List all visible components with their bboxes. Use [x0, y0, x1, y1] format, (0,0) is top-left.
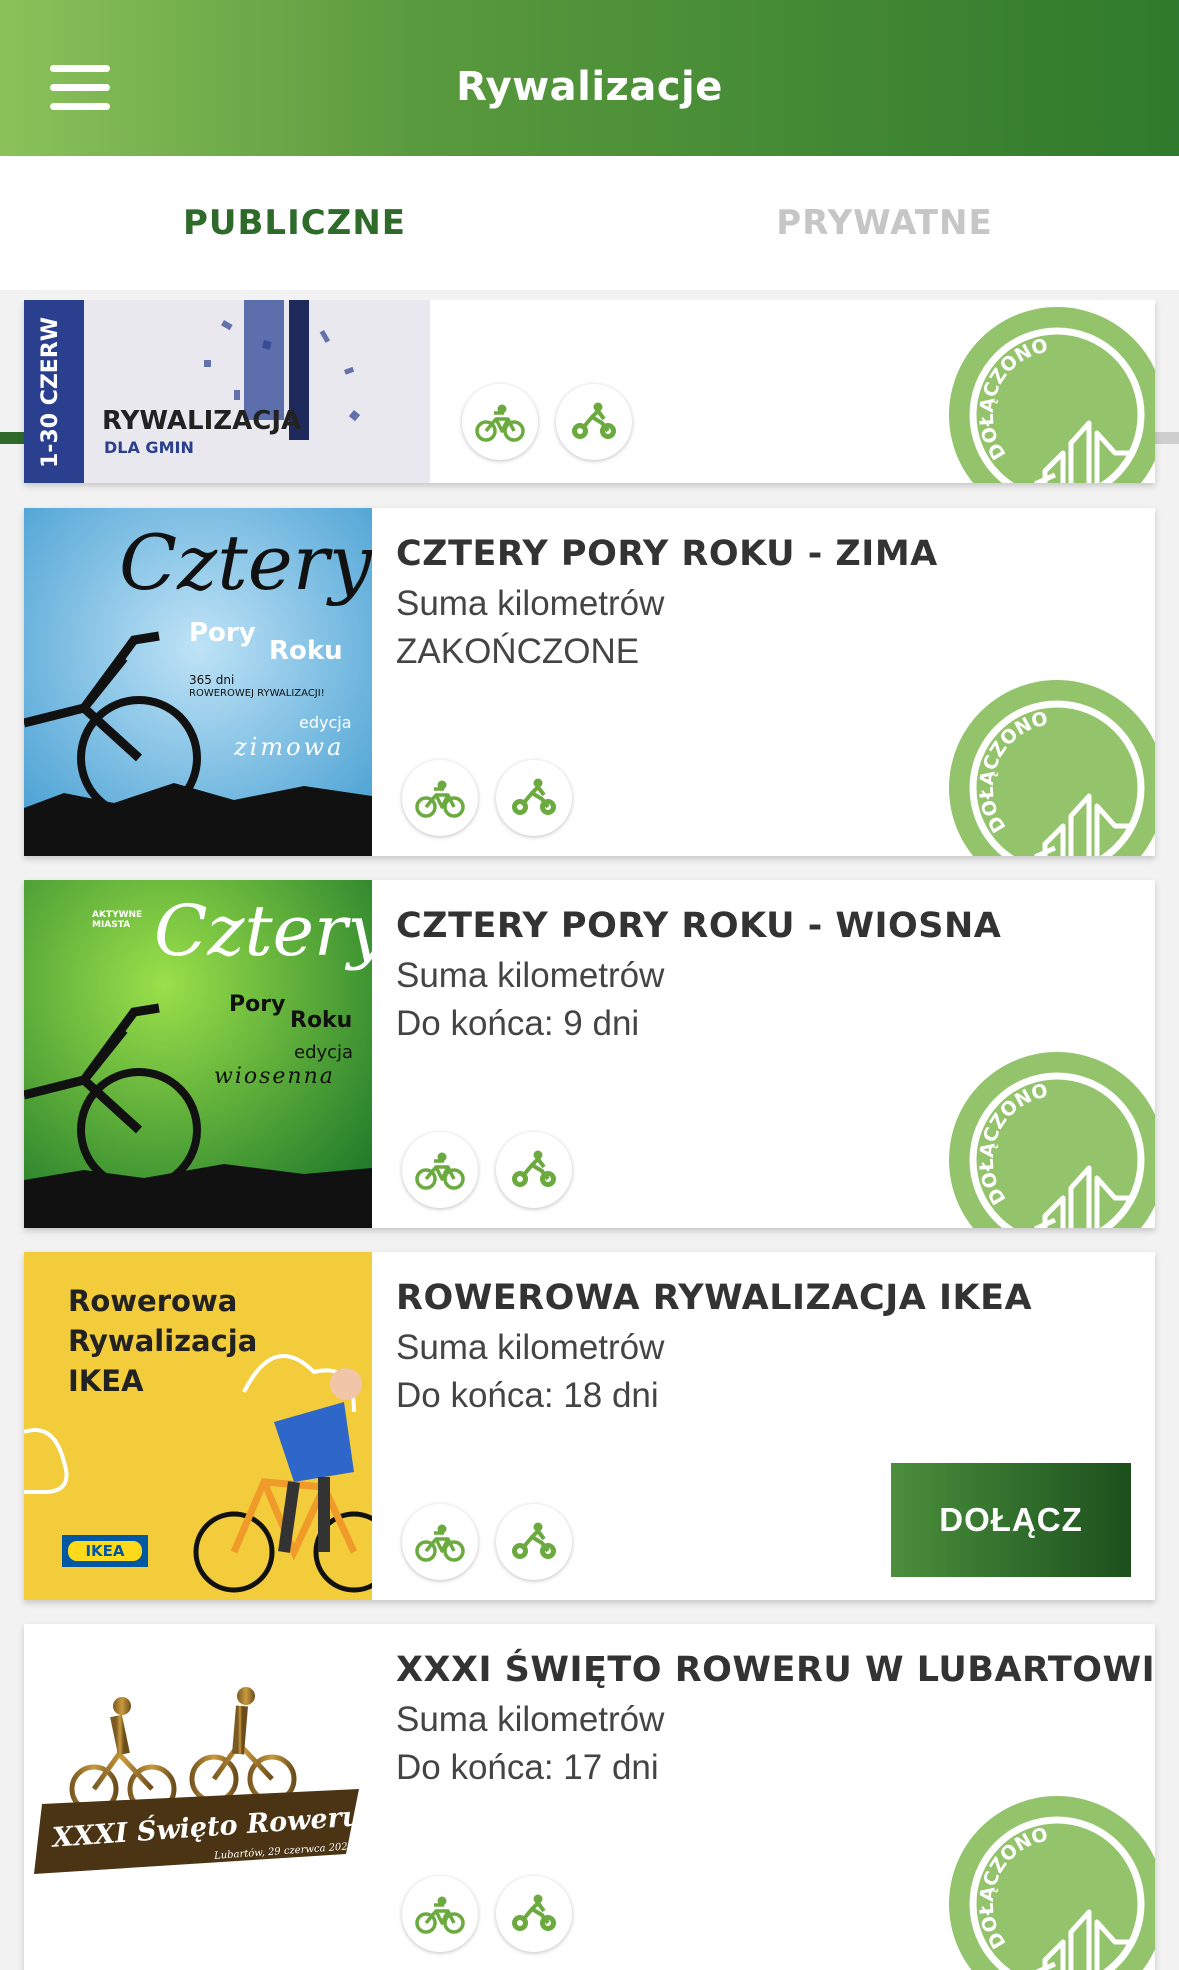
mode-icons [462, 384, 632, 460]
challenge-type: Suma kilometrów [396, 1700, 665, 1739]
image-line1: Pory [189, 618, 256, 648]
image-season: zimowa [234, 733, 345, 761]
image-script-text: Cztery [154, 890, 372, 972]
bike-icon [402, 1132, 478, 1208]
mode-icons [402, 1876, 572, 1952]
challenge-info: ROWEROWA RYWALIZACJA IKEA Suma kilometró… [396, 1278, 1135, 1416]
ikea-logo: IKEA [85, 1542, 125, 1560]
joined-stamp: DOŁĄCZONO [943, 1048, 1155, 1228]
challenge-card[interactable]: Cztery Pory Roku 365 dni ROWEROWEJ RYWAL… [24, 508, 1155, 856]
challenge-title: XXXI ŚWIĘTO ROWERU W LUBARTOWIE [396, 1650, 1155, 1690]
image-line3: IKEA [68, 1364, 144, 1398]
challenge-image: Cztery Pory Roku 365 dni ROWEROWEJ RYWAL… [24, 508, 372, 856]
app-bar: Rywalizacje [0, 0, 1179, 156]
image-subtitle-text: DLA GMIN [104, 438, 194, 457]
challenge-title: ROWEROWA RYWALIZACJA IKEA [396, 1278, 1033, 1318]
mode-icons [402, 1132, 572, 1208]
ebike-icon [556, 384, 632, 460]
challenge-image: AKTYWNE MIASTA Cztery Pory Roku edycja w… [24, 880, 372, 1228]
bike-icon [402, 1504, 478, 1580]
challenge-type: Suma kilometrów [396, 1328, 665, 1367]
challenge-card[interactable]: Rowerowa Rywalizacja IKEA IKEA ROWEROWA … [24, 1252, 1155, 1600]
image-date-text: 1-30 CZERW [38, 316, 63, 468]
image-line1: Rowerowa [68, 1284, 238, 1318]
tab-private[interactable]: PRYWATNE [590, 156, 1179, 290]
bike-icon [402, 1876, 478, 1952]
challenge-card[interactable]: 1-30 CZERW RYWALIZACJA DLA GMIN DOŁĄCZON… [24, 300, 1155, 483]
mode-icons [402, 760, 572, 836]
challenge-status: Do końca: 18 dni [396, 1376, 659, 1415]
challenge-status: Do końca: 9 dni [396, 1004, 640, 1043]
challenge-info: CZTERY PORY ROKU - WIOSNA Suma kilometró… [396, 906, 1135, 1044]
challenge-title: CZTERY PORY ROKU - ZIMA [396, 534, 938, 574]
challenge-title: CZTERY PORY ROKU - WIOSNA [396, 906, 1002, 946]
challenge-card[interactable]: AKTYWNE MIASTA Cztery Pory Roku edycja w… [24, 880, 1155, 1228]
bike-icon [402, 760, 478, 836]
challenge-info: XXXI ŚWIĘTO ROWERU W LUBARTOWIE Suma kil… [396, 1650, 1155, 1788]
image-brand: AKTYWNE MIASTA [92, 910, 143, 930]
image-edition: edycja [294, 1042, 354, 1063]
challenge-type: Suma kilometrów [396, 584, 665, 623]
image-season: wiosenna [214, 1064, 335, 1089]
challenge-image: XXXI Święto Roweru Lubartów, 29 czerwca … [24, 1624, 372, 1970]
challenge-card[interactable]: XXXI Święto Roweru Lubartów, 29 czerwca … [24, 1624, 1155, 1970]
challenge-list[interactable]: 1-30 CZERW RYWALIZACJA DLA GMIN DOŁĄCZON… [0, 300, 1179, 1970]
ebike-icon [496, 760, 572, 836]
joined-stamp: DOŁĄCZONO [943, 676, 1155, 856]
image-small2: ROWEROWEJ RYWALIZACJI! [189, 688, 325, 699]
image-line2: Rywalizacja [68, 1324, 258, 1358]
ebike-icon [496, 1132, 572, 1208]
joined-stamp: DOŁĄCZONO [943, 1792, 1155, 1970]
page-title: Rywalizacje [456, 64, 723, 110]
ebike-icon [496, 1504, 572, 1580]
mode-icons [402, 1504, 572, 1580]
image-script-text: Cztery [119, 518, 372, 607]
bike-icon [462, 384, 538, 460]
image-title-text: RYWALIZACJA [102, 406, 302, 436]
challenge-status: ZAKOŃCZONE [396, 632, 640, 671]
challenge-status: Do końca: 17 dni [396, 1748, 659, 1787]
image-small1: 365 dni [189, 673, 235, 687]
challenge-image: Rowerowa Rywalizacja IKEA IKEA [24, 1252, 372, 1600]
tab-bar: PUBLICZNE PRYWATNE [0, 156, 1179, 444]
tab-public[interactable]: PUBLICZNE [0, 156, 589, 290]
challenge-info: CZTERY PORY ROKU - ZIMA Suma kilometrów … [396, 534, 1135, 672]
challenge-type: Suma kilometrów [396, 956, 665, 995]
image-line2: Roku [269, 636, 343, 666]
joined-stamp: DOŁĄCZONO [943, 303, 1155, 483]
image-line1: Pory [229, 992, 286, 1017]
image-line2: Roku [290, 1008, 353, 1033]
image-edition: edycja [299, 713, 352, 732]
join-button[interactable]: DOŁĄCZ [891, 1463, 1131, 1577]
challenge-image: 1-30 CZERW RYWALIZACJA DLA GMIN [24, 300, 430, 483]
ebike-icon [496, 1876, 572, 1952]
